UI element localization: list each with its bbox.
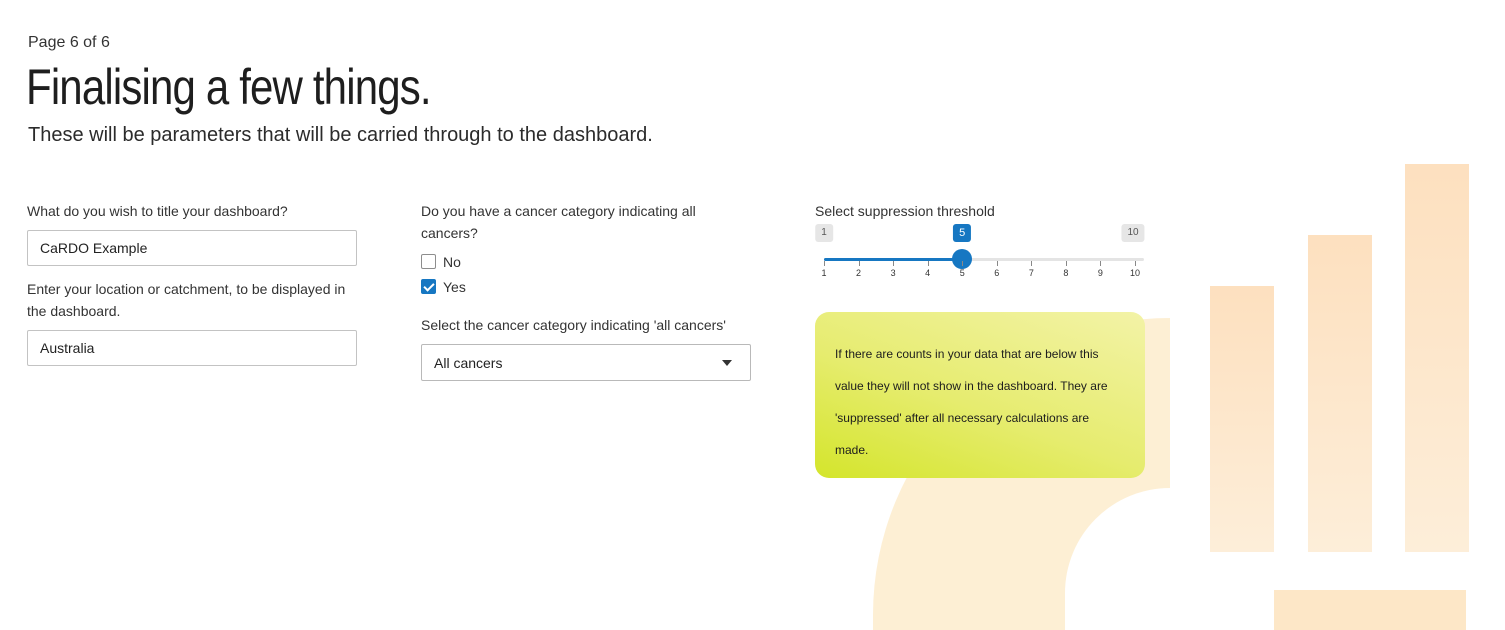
option-yes-label: Yes (443, 278, 466, 295)
slider-tick (927, 261, 929, 266)
cancer-category-column: Do you have a cancer category indicating… (421, 200, 751, 381)
page-content: Page 6 of 6 Finalising a few things. The… (0, 0, 1505, 630)
slider-tick-label: 1 (821, 268, 827, 278)
slider-tick (1135, 261, 1136, 266)
slider-tick (1100, 261, 1102, 266)
slider-tick-label: 9 (1097, 268, 1103, 278)
checkbox-no[interactable] (421, 254, 436, 269)
option-no-label: No (443, 253, 461, 270)
suppression-info-text: If there are counts in your data that ar… (835, 347, 1108, 457)
slider-tick (1031, 261, 1033, 266)
dashboard-title-input[interactable] (27, 230, 357, 266)
location-label: Enter your location or catchment, to be … (27, 281, 346, 319)
slider-handle[interactable] (952, 249, 973, 269)
dashboard-title-label: What do you wish to title your dashboard… (27, 203, 288, 219)
suppression-threshold-label: Select suppression threshold (815, 203, 995, 219)
caret-down-icon (722, 359, 732, 366)
slider-tick-label: 6 (994, 268, 1000, 278)
slider-tick (824, 261, 825, 266)
suppression-info-box: If there are counts in your data that ar… (815, 312, 1145, 478)
slider-tick-label: 4 (925, 268, 931, 278)
slider-tick-label: 5 (959, 268, 965, 278)
cancer-category-selected-value: All cancers (434, 354, 503, 371)
location-input[interactable] (27, 330, 357, 366)
slider-tick-label: 7 (1028, 268, 1034, 278)
slider-min-label: 1 (815, 224, 833, 242)
slider-tick (1065, 261, 1067, 266)
slider-max-label: 10 (1121, 224, 1145, 242)
slider-tick-label: 3 (890, 268, 896, 278)
slider-tick-label: 8 (1063, 268, 1069, 278)
slider-tick-label: 2 (856, 268, 862, 278)
suppression-column: Select suppression threshold 1 10 5 1 2 3 4… (815, 200, 1145, 478)
slider-tick (893, 261, 895, 266)
option-no[interactable]: No (421, 249, 751, 274)
slider-value-label: 5 (953, 224, 972, 242)
slider-track[interactable] (824, 258, 1144, 261)
page-title: Finalising a few things. (26, 59, 432, 115)
all-cancers-question-label: Do you have a cancer category indicating… (421, 203, 696, 241)
checkbox-yes[interactable] (421, 279, 436, 294)
slider-tick-label: 10 (1129, 268, 1141, 278)
page-subtitle: These will be parameters that will be ca… (28, 124, 653, 146)
cancer-category-select-label: Select the cancer category indicating 'a… (421, 317, 726, 333)
dashboard-details-column: What do you wish to title your dashboard… (27, 200, 357, 366)
slider-tick (962, 261, 964, 266)
slider-tick (996, 261, 998, 266)
cancer-category-select[interactable]: All cancers (421, 344, 751, 381)
option-yes[interactable]: Yes (421, 274, 751, 299)
page-indicator: Page 6 of 6 (28, 34, 110, 51)
suppression-slider[interactable]: 1 10 5 1 2 3 4 5 6 7 8 9 10 (815, 224, 1145, 304)
slider-tick (858, 261, 860, 266)
